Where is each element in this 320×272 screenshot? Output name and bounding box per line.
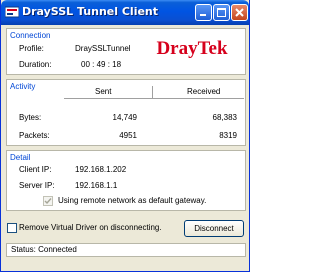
packets-label: Packets: xyxy=(19,131,50,140)
connection-group: Connection Profile: DraySSLTunnel Durati… xyxy=(6,28,246,75)
profile-label: Profile: xyxy=(19,44,44,53)
status-text: Status: Connected xyxy=(11,245,77,254)
detail-group: Detail Client IP: 192.168.1.202 Server I… xyxy=(6,150,246,211)
server-ip-value: 192.168.1.1 xyxy=(75,181,118,190)
detail-group-title: Detail xyxy=(10,153,31,162)
packets-received: 8319 xyxy=(219,131,237,140)
minimize-button[interactable] xyxy=(195,4,212,21)
close-icon xyxy=(232,5,247,20)
minimize-icon xyxy=(196,5,211,20)
app-window: DraySSL Tunnel Client Connection Profile… xyxy=(0,0,250,272)
activity-group-title: Activity xyxy=(10,82,36,91)
client-ip-value: 192.168.1.202 xyxy=(75,165,127,174)
disconnect-button[interactable]: Disconnect xyxy=(184,220,244,237)
default-gateway-label: Using remote network as default gateway. xyxy=(58,196,207,205)
maximize-icon xyxy=(214,5,229,20)
close-button[interactable] xyxy=(231,4,248,21)
window-title: DraySSL Tunnel Client xyxy=(22,5,159,18)
maximize-button[interactable] xyxy=(213,4,230,21)
app-icon xyxy=(4,6,20,18)
default-gateway-checkbox[interactable] xyxy=(43,196,53,206)
checkmark-icon xyxy=(44,197,52,205)
duration-label: Duration: xyxy=(19,60,52,69)
packets-sent: 4951 xyxy=(119,131,137,140)
bytes-received: 68,383 xyxy=(212,113,237,122)
bytes-label: Bytes: xyxy=(19,113,42,122)
activity-group: Activity Sent Received Bytes: 14,749 68,… xyxy=(6,79,246,146)
remove-driver-checkbox[interactable] xyxy=(7,223,17,233)
col-received: Received xyxy=(187,87,221,96)
draytek-logo: DrayTek xyxy=(140,38,244,59)
activity-column-divider xyxy=(152,86,153,99)
connection-group-title: Connection xyxy=(10,31,51,40)
logo-text: DrayTek xyxy=(156,38,228,58)
col-sent: Sent xyxy=(95,87,112,96)
remove-driver-label: Remove Virtual Driver on disconnecting. xyxy=(19,223,162,232)
profile-value: DraySSLTunnel xyxy=(75,44,131,53)
duration-value: 00 : 49 : 18 xyxy=(81,60,122,69)
bytes-sent: 14,749 xyxy=(112,113,137,122)
title-bar[interactable]: DraySSL Tunnel Client xyxy=(1,0,249,25)
server-ip-label: Server IP: xyxy=(19,181,55,190)
client-ip-label: Client IP: xyxy=(19,165,52,174)
status-bar: Status: Connected xyxy=(6,243,246,257)
